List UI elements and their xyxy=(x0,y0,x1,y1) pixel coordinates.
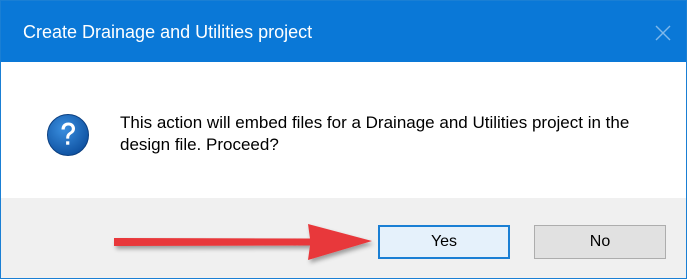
no-button[interactable]: No xyxy=(534,225,666,259)
red-arrow-annotation xyxy=(114,224,372,260)
question-icon xyxy=(47,114,89,156)
title-bar[interactable]: Create Drainage and Utilities project xyxy=(1,1,686,62)
dialog-message: This action will embed files for a Drain… xyxy=(120,113,630,154)
dialog-title: Create Drainage and Utilities project xyxy=(23,22,313,42)
yes-button[interactable]: Yes xyxy=(378,225,510,259)
close-icon[interactable] xyxy=(654,24,672,42)
dialog-content: This action will embed files for a Drain… xyxy=(1,62,686,198)
